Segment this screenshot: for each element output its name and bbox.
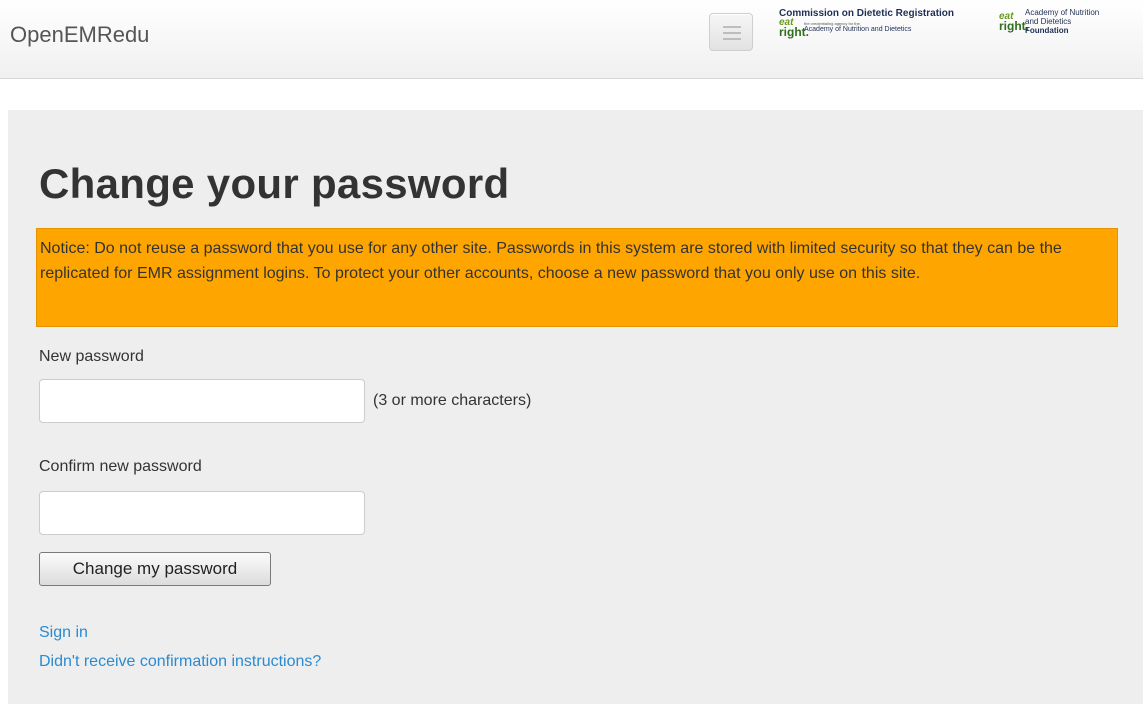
confirm-password-input[interactable] bbox=[39, 491, 365, 535]
new-password-hint: (3 or more characters) bbox=[373, 392, 532, 409]
foundation-logo: eat right. Academy of Nutrition and Diet… bbox=[999, 8, 1143, 42]
foundation-line2: and Dietetics bbox=[1025, 17, 1072, 26]
foundation-line3: Foundation bbox=[1025, 26, 1069, 35]
hamburger-icon-bar bbox=[723, 38, 741, 40]
page-title: Change your password bbox=[39, 160, 510, 207]
change-password-button[interactable]: Change my password bbox=[39, 552, 271, 586]
confirmation-instructions-link[interactable]: Didn't receive confirmation instructions… bbox=[39, 653, 321, 671]
eat-right-mark-icon: eat right. bbox=[779, 18, 809, 40]
eat-right-mark-icon: eat right. bbox=[999, 12, 1029, 34]
menu-toggle-button[interactable] bbox=[709, 13, 753, 51]
password-panel: Change your password Notice: Do not reus… bbox=[8, 110, 1143, 704]
new-password-label: New password bbox=[39, 348, 144, 365]
foundation-line1: Academy of Nutrition bbox=[1025, 8, 1100, 17]
cdr-logo-title: Commission on Dietetic Registration bbox=[779, 8, 955, 19]
hamburger-icon bbox=[723, 26, 741, 28]
foundation-logo-text: Academy of Nutrition and Dietetics Found… bbox=[1025, 8, 1099, 35]
confirm-password-label: Confirm new password bbox=[39, 458, 202, 475]
sign-in-link[interactable]: Sign in bbox=[39, 624, 88, 642]
hamburger-icon-bar bbox=[723, 32, 741, 34]
top-navbar: OpenEMRedu Commission on Dietetic Regist… bbox=[0, 0, 1143, 79]
new-password-input[interactable] bbox=[39, 379, 365, 423]
brand-link[interactable]: OpenEMRedu bbox=[10, 22, 149, 48]
notice-banner: Notice: Do not reuse a password that you… bbox=[36, 228, 1118, 327]
cdr-logo: Commission on Dietetic Registration eat … bbox=[779, 8, 994, 42]
cdr-logo-subtitle: Academy of Nutrition and Dietetics bbox=[804, 26, 912, 33]
